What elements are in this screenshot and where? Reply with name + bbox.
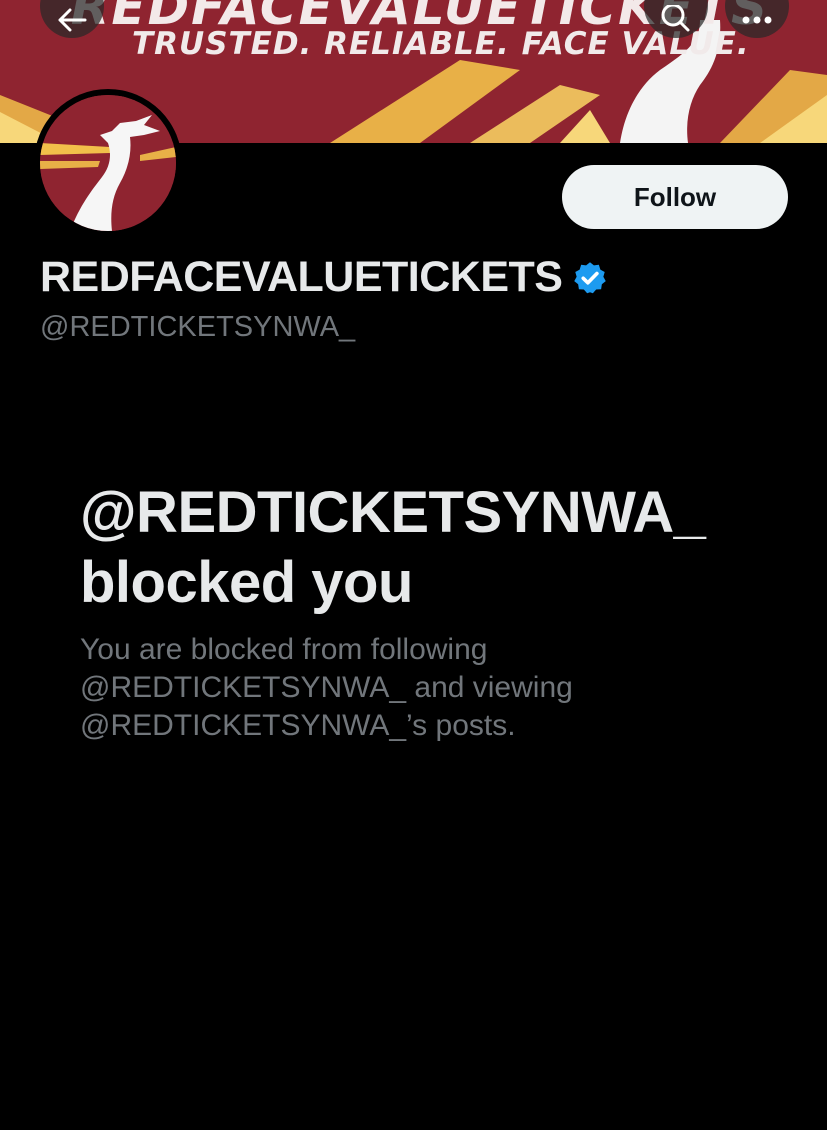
follow-button[interactable]: Follow (562, 165, 788, 229)
blocked-title-text: blocked you (80, 550, 413, 615)
more-horizontal-icon (742, 16, 772, 24)
liver-bird-logo-icon (40, 95, 176, 231)
profile-handle: @REDTICKETSYNWA_ (40, 311, 356, 343)
verified-badge-icon[interactable] (572, 260, 608, 296)
blocked-title: @REDTICKETSYNWA_ blocked you (80, 478, 780, 618)
avatar-image (40, 95, 176, 231)
avatar[interactable] (34, 89, 182, 237)
profile-name-row: REDFACEVALUETICKETS (40, 253, 608, 302)
display-name: REDFACEVALUETICKETS (40, 253, 563, 301)
search-icon (661, 5, 690, 32)
blocked-description: You are blocked from following @REDTICKE… (80, 633, 573, 742)
arrow-left-icon (58, 8, 87, 32)
blocked-title-handle: @REDTICKETSYNWA_ (80, 480, 706, 545)
